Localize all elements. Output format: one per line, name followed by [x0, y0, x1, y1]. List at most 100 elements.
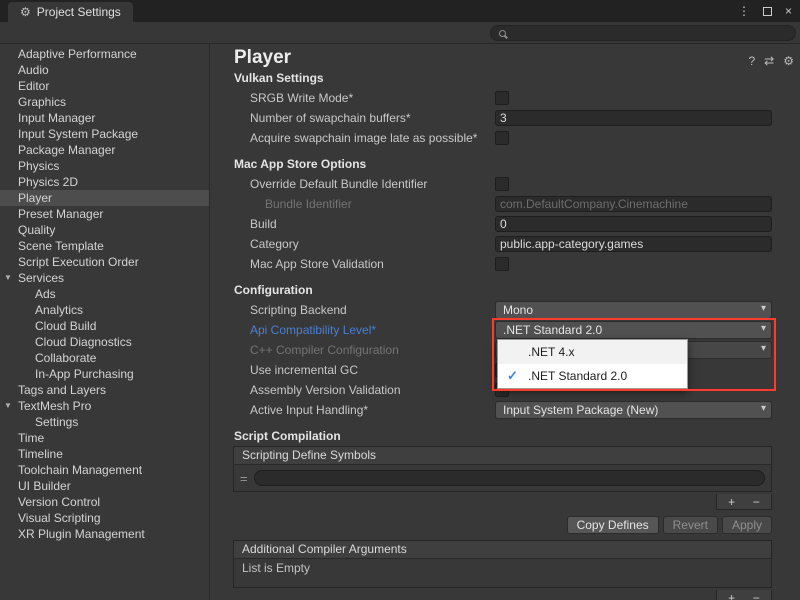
sidebar-item-ui-builder[interactable]: UI Builder: [0, 478, 209, 494]
section-title-vulkan-settings: Vulkan Settings: [234, 70, 800, 86]
chevron-down-icon: ▾: [761, 303, 766, 314]
tab-project-settings[interactable]: ⚙ Project Settings: [8, 2, 133, 22]
sidebar-item-cloud-diagnostics[interactable]: Cloud Diagnostics: [0, 334, 209, 350]
sidebar-item-graphics[interactable]: Graphics: [0, 94, 209, 110]
search-input[interactable]: [511, 25, 787, 41]
sidebar-item-package-manager[interactable]: Package Manager: [0, 142, 209, 158]
sidebar-item-toolchain-management[interactable]: Toolchain Management: [0, 462, 209, 478]
remove-argument-button[interactable]: −: [746, 591, 766, 600]
sidebar-item-analytics[interactable]: Analytics: [0, 302, 209, 318]
apply-button[interactable]: Apply: [722, 516, 772, 534]
sidebar-item-physics-2d[interactable]: Physics 2D: [0, 174, 209, 190]
field-number-of-swapchain-buffers[interactable]: [495, 110, 772, 126]
sidebar-item-timeline[interactable]: Timeline: [0, 446, 209, 462]
control-number-of-swapchain-buffers: [495, 110, 772, 126]
add-define-button[interactable]: +: [722, 495, 742, 509]
sidebar-item-services[interactable]: ▼Services: [0, 270, 209, 286]
settings-content: Vulkan Settings SRGB Write Mode* Number of…: [211, 70, 800, 600]
sidebar-item-visual-scripting[interactable]: Visual Scripting: [0, 510, 209, 526]
checkbox-acquire-swapchain-image-late-as-possible[interactable]: [495, 131, 509, 145]
revert-button[interactable]: Revert: [663, 516, 718, 534]
sidebar-item-ads[interactable]: Ads: [0, 286, 209, 302]
sidebar-item-label: Scene Template: [18, 239, 104, 253]
sidebar-item-script-execution-order[interactable]: Script Execution Order: [0, 254, 209, 270]
foldout-expanded-icon[interactable]: ▼: [4, 398, 12, 414]
compiler-args-footer: + −: [211, 590, 772, 600]
control-bundle-identifier: [495, 196, 772, 212]
label-bundle-identifier: Bundle Identifier: [250, 197, 495, 211]
label-srgb-write-mode: SRGB Write Mode*: [250, 91, 495, 105]
row-number-of-swapchain-buffers: Number of swapchain buffers*: [211, 108, 772, 128]
maximize-icon[interactable]: [763, 7, 772, 16]
sidebar-item-player[interactable]: Player: [0, 190, 209, 206]
sidebar-item-label: Input Manager: [18, 111, 95, 125]
sidebar-item-label: Analytics: [35, 303, 83, 317]
foldout-expanded-icon[interactable]: ▼: [4, 270, 12, 286]
label-api-compatibility-level: Api Compatibility Level*: [250, 323, 495, 337]
sidebar-item-cloud-build[interactable]: Cloud Build: [0, 318, 209, 334]
label-acquire-swapchain-image-late-as-possible: Acquire swapchain image late as possible…: [250, 131, 495, 145]
sidebar-item-settings[interactable]: Settings: [0, 414, 209, 430]
define-symbol-input[interactable]: [254, 470, 765, 486]
compiler-args-empty-label: List is Empty: [234, 559, 771, 577]
close-icon[interactable]: ×: [785, 4, 792, 18]
checkbox-srgb-write-mode[interactable]: [495, 91, 509, 105]
field-build[interactable]: [495, 216, 772, 232]
sidebar-item-version-control[interactable]: Version Control: [0, 494, 209, 510]
additional-compiler-arguments-box: Additional Compiler Arguments List is Em…: [233, 540, 772, 588]
sidebar-item-textmesh-pro[interactable]: ▼TextMesh Pro: [0, 398, 209, 414]
row-active-input-handling: Active Input Handling*Input System Packa…: [211, 400, 772, 420]
sidebar-item-input-system-package[interactable]: Input System Package: [0, 126, 209, 142]
presets-icon[interactable]: ⇄: [764, 54, 774, 68]
gear-icon: ⚙: [20, 5, 31, 19]
checkbox-override-default-bundle-identifier[interactable]: [495, 177, 509, 191]
dropdown-option-net-standard-2-0[interactable]: ✓.NET Standard 2.0: [498, 364, 687, 388]
field-category[interactable]: [495, 236, 772, 252]
option-label: .NET 4.x: [528, 345, 574, 359]
dropdown-active-input-handling[interactable]: Input System Package (New)▾: [495, 401, 772, 419]
sidebar-item-label: Tags and Layers: [18, 383, 106, 397]
sidebar-item-input-manager[interactable]: Input Manager: [0, 110, 209, 126]
drag-handle-icon[interactable]: =: [240, 471, 248, 486]
sidebar-item-editor[interactable]: Editor: [0, 78, 209, 94]
remove-define-button[interactable]: −: [746, 495, 766, 509]
checkbox-mac-app-store-validation[interactable]: [495, 257, 509, 271]
settings-gear-icon[interactable]: ⚙: [783, 54, 794, 68]
sidebar-item-label: Package Manager: [18, 143, 115, 157]
control-category: [495, 236, 772, 252]
sidebar-item-in-app-purchasing[interactable]: In-App Purchasing: [0, 366, 209, 382]
sidebar-item-label: Audio: [18, 63, 49, 77]
row-bundle-identifier: Bundle Identifier: [211, 194, 772, 214]
player-settings-panel: Player ? ⇄ ⚙ Vulkan Settings SRGB Write M…: [211, 44, 800, 600]
search-icon: [499, 30, 506, 37]
sidebar-item-label: Ads: [35, 287, 56, 301]
field-bundle-identifier[interactable]: [495, 196, 772, 212]
dropdown-value: .NET Standard 2.0: [503, 323, 602, 337]
sidebar-item-physics[interactable]: Physics: [0, 158, 209, 174]
sidebar-item-adaptive-performance[interactable]: Adaptive Performance: [0, 46, 209, 62]
sidebar-item-time[interactable]: Time: [0, 430, 209, 446]
sidebar-item-label: UI Builder: [18, 479, 71, 493]
help-icon[interactable]: ?: [748, 54, 755, 68]
page-title: Player: [234, 47, 291, 69]
sidebar-item-label: Adaptive Performance: [18, 47, 137, 61]
settings-category-sidebar: Adaptive PerformanceAudioEditorGraphicsI…: [0, 44, 210, 600]
dropdown-option-net-4-x[interactable]: .NET 4.x: [498, 340, 687, 364]
add-argument-button[interactable]: +: [722, 591, 742, 600]
row-override-default-bundle-identifier: Override Default Bundle Identifier: [211, 174, 772, 194]
sidebar-item-xr-plugin-management[interactable]: XR Plugin Management: [0, 526, 209, 542]
sidebar-item-tags-and-layers[interactable]: Tags and Layers: [0, 382, 209, 398]
section-title-script-compilation: Script Compilation: [234, 428, 800, 444]
window-menu-icon[interactable]: ⋮: [738, 4, 750, 18]
sidebar-item-collaborate[interactable]: Collaborate: [0, 350, 209, 366]
sidebar-item-quality[interactable]: Quality: [0, 222, 209, 238]
sidebar-item-preset-manager[interactable]: Preset Manager: [0, 206, 209, 222]
dropdown-api-compatibility-level[interactable]: .NET Standard 2.0▾: [495, 321, 772, 339]
copy-defines-button[interactable]: Copy Defines: [567, 516, 659, 534]
define-symbols-actions: Copy Defines Revert Apply: [211, 516, 772, 534]
dropdown-value: Input System Package (New): [503, 403, 658, 417]
search-box[interactable]: [490, 25, 796, 41]
sidebar-item-audio[interactable]: Audio: [0, 62, 209, 78]
dropdown-scripting-backend[interactable]: Mono▾: [495, 301, 772, 319]
sidebar-item-scene-template[interactable]: Scene Template: [0, 238, 209, 254]
